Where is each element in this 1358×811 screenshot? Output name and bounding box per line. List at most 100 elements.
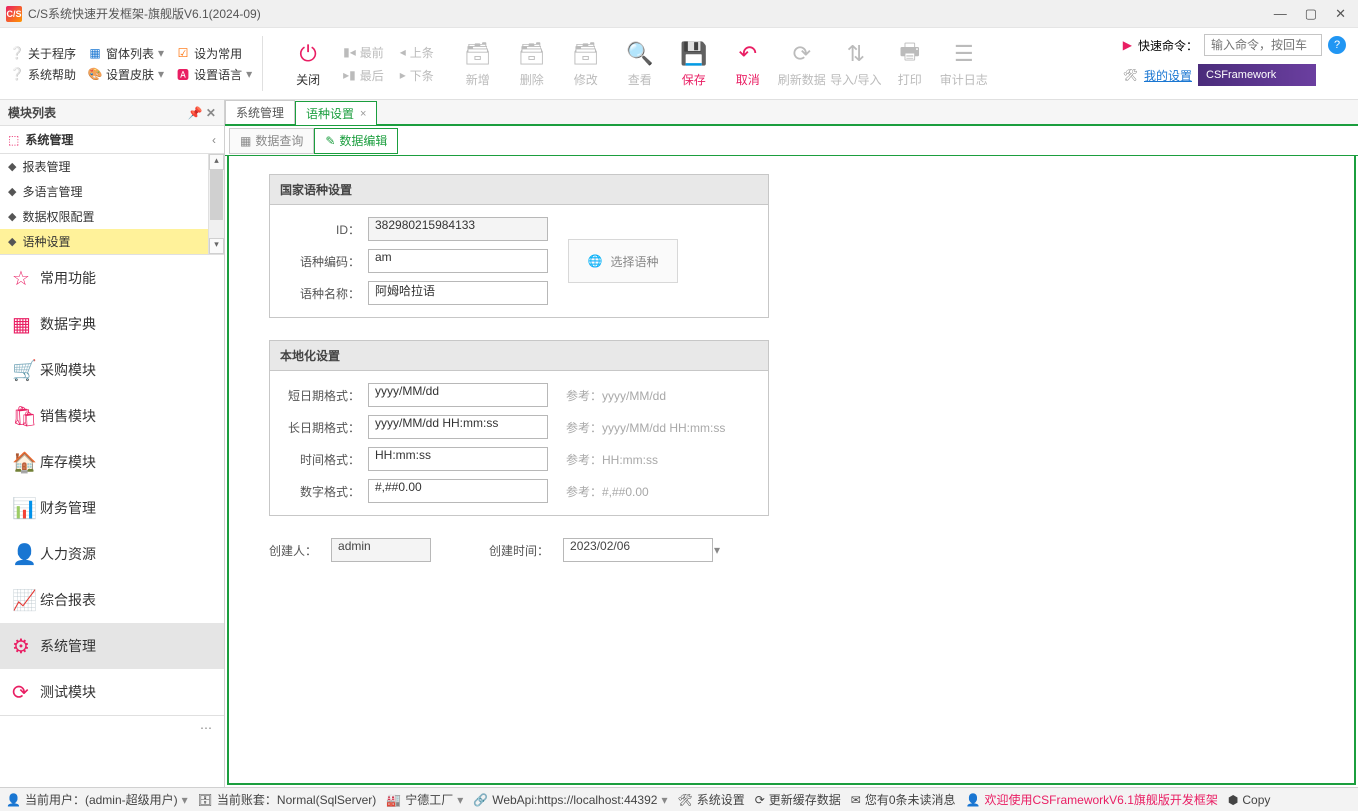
delete-button[interactable]: 🗃删除 bbox=[505, 32, 559, 96]
nav-item-hr[interactable]: 👤人力资源 bbox=[0, 531, 224, 577]
quick-cmd-input[interactable] bbox=[1204, 34, 1322, 56]
id-label: ID： bbox=[284, 221, 368, 238]
tree-area: ◆报表管理 ◆多语言管理 ◆数据权限配置 ◆语种设置 ▴▾ bbox=[0, 154, 224, 255]
last-record-button[interactable]: ▸▮最后 bbox=[343, 67, 384, 84]
panel-locale-settings: 本地化设置 短日期格式：yyyy/MM/dd参考：yyyy/MM/dd 长日期格… bbox=[269, 340, 769, 516]
chevron-left-icon: ‹ bbox=[212, 133, 216, 147]
nav-item-stock[interactable]: 🏠库存模块 bbox=[0, 439, 224, 485]
long-date-input[interactable]: yyyy/MM/dd HH:mm:ss bbox=[368, 415, 548, 439]
set-common-button[interactable]: ☑设为常用 bbox=[176, 45, 242, 62]
nav-item-sales[interactable]: 🛍销售模块 bbox=[0, 393, 224, 439]
panel-header: 国家语种设置 bbox=[270, 175, 768, 205]
tree-item[interactable]: ◆语种设置 bbox=[0, 229, 208, 254]
meta-row: 创建人： admin 创建时间： 2023/02/06 ▾ bbox=[269, 538, 1314, 562]
window-list-button[interactable]: ▦窗体列表 ▾ bbox=[88, 45, 164, 62]
audit-log-button[interactable]: ☰审计日志 bbox=[937, 32, 991, 96]
content: 国家语种设置 ID：382980215984133 语种编码：am 语种名称：阿… bbox=[227, 156, 1356, 785]
quick-cmd-label: 快速命令： bbox=[1138, 37, 1198, 54]
status-factory[interactable]: 🏭宁德工厂▾ bbox=[386, 791, 463, 808]
status-user[interactable]: 👤当前用户：(admin-超级用户)▾ bbox=[6, 791, 188, 808]
code-input[interactable]: am bbox=[368, 249, 548, 273]
status-copy[interactable]: ⬢Copy bbox=[1228, 793, 1271, 807]
close-window-button[interactable]: ✕ bbox=[1335, 6, 1346, 22]
tree-item[interactable]: ◆多语言管理 bbox=[0, 179, 208, 204]
module-list-header: 模块列表 📌 ✕ bbox=[0, 100, 224, 126]
accordion-section[interactable]: ⬚ 系统管理 ‹ bbox=[0, 126, 224, 154]
refresh-button[interactable]: ⟳刷新数据 bbox=[775, 32, 829, 96]
save-button[interactable]: 💾保存 bbox=[667, 32, 721, 96]
my-settings-link[interactable]: 我的设置 bbox=[1144, 67, 1192, 84]
minimize-button[interactable]: — bbox=[1274, 6, 1287, 22]
modify-button[interactable]: 🗃修改 bbox=[559, 32, 613, 96]
close-button[interactable]: ⏻关闭 bbox=[281, 32, 335, 96]
set-lang-button[interactable]: 🅰设置语言 ▾ bbox=[176, 66, 252, 83]
panel-lang-settings: 国家语种设置 ID：382980215984133 语种编码：am 语种名称：阿… bbox=[269, 174, 769, 318]
statusbar: 👤当前用户：(admin-超级用户)▾ 🗄当前账套：Normal(SqlServ… bbox=[0, 787, 1358, 811]
pin-icon[interactable]: 📌 ✕ bbox=[188, 106, 216, 120]
about-button[interactable]: ❔关于程序 bbox=[10, 45, 76, 62]
status-account[interactable]: 🗄当前账套：Normal(SqlServer) bbox=[198, 791, 377, 808]
prev-record-button[interactable]: ◂上条 bbox=[400, 44, 434, 61]
create-time-input[interactable]: 2023/02/06 bbox=[563, 538, 713, 562]
tree-scrollbar[interactable]: ▴▾ bbox=[208, 154, 224, 254]
status-unread[interactable]: ✉您有0条未读消息 bbox=[851, 791, 956, 808]
panel-header: 本地化设置 bbox=[270, 341, 768, 371]
status-webapi[interactable]: 🔗WebApi:https://localhost:44392▾ bbox=[473, 793, 667, 807]
globe-icon: 🌐 bbox=[588, 254, 603, 268]
menubar: ❔关于程序 ▦窗体列表 ▾ ☑设为常用 ❔系统帮助 🎨设置皮肤 ▾ 🅰设置语言 … bbox=[0, 28, 1358, 100]
status-update-cache[interactable]: ⟳更新缓存数据 bbox=[755, 791, 841, 808]
sys-help-button[interactable]: ❔系统帮助 bbox=[10, 66, 76, 83]
titlebar-text: C/S系统快速开发框架-旗舰版V6.1(2024-09) bbox=[28, 5, 261, 22]
import-export-button[interactable]: ⇅导入/导入 bbox=[829, 32, 883, 96]
quick-cmd-icon: ▶ bbox=[1123, 38, 1132, 52]
window-controls: — ▢ ✕ bbox=[1274, 6, 1352, 22]
add-button[interactable]: 🗃新增 bbox=[451, 32, 505, 96]
status-sys-settings[interactable]: 🛠系统设置 bbox=[677, 791, 744, 808]
doc-tab[interactable]: 系统管理 bbox=[225, 100, 295, 124]
next-record-button[interactable]: ▸下条 bbox=[400, 67, 434, 84]
nav-list: ☆常用功能 ▦数据字典 🛒采购模块 🛍销售模块 🏠库存模块 📊财务管理 👤人力资… bbox=[0, 255, 224, 715]
nav-item-dict[interactable]: ▦数据字典 bbox=[0, 301, 224, 347]
time-input[interactable]: HH:mm:ss bbox=[368, 447, 548, 471]
nav-item-report[interactable]: 📈综合报表 bbox=[0, 577, 224, 623]
doc-tab[interactable]: 语种设置× bbox=[295, 101, 377, 125]
first-record-button[interactable]: ▮◂最前 bbox=[343, 44, 384, 61]
nav-item-test[interactable]: ⟳测试模块 bbox=[0, 669, 224, 715]
sub-tab-query[interactable]: ▦数据查询 bbox=[229, 128, 314, 154]
tree-item[interactable]: ◆报表管理 bbox=[0, 154, 208, 179]
view-button[interactable]: 🔍查看 bbox=[613, 32, 667, 96]
help-icon[interactable]: ? bbox=[1328, 36, 1346, 54]
print-button[interactable]: 🖶打印 bbox=[883, 32, 937, 96]
nav-item-finance[interactable]: 📊财务管理 bbox=[0, 485, 224, 531]
set-skin-button[interactable]: 🎨设置皮肤 ▾ bbox=[88, 66, 164, 83]
create-time-label: 创建时间： bbox=[489, 542, 549, 559]
maximize-button[interactable]: ▢ bbox=[1305, 6, 1317, 22]
app-icon: C/S bbox=[6, 6, 22, 22]
hint: 参考：yyyy/MM/dd HH:mm:ss bbox=[566, 419, 725, 436]
sub-tab-edit[interactable]: ✎数据编辑 bbox=[314, 128, 398, 154]
nav-item-purchase[interactable]: 🛒采购模块 bbox=[0, 347, 224, 393]
toolbar: ⏻关闭 ▮◂最前 ▸▮最后 ◂上条 ▸下条 🗃新增 🗃删除 🗃修改 🔍查看 💾保… bbox=[267, 28, 1115, 99]
nav-item-sysmgmt[interactable]: ⚙系统管理 bbox=[0, 623, 224, 669]
nav-item-common[interactable]: ☆常用功能 bbox=[0, 255, 224, 301]
doc-tabs: 系统管理 语种设置× bbox=[225, 100, 1358, 126]
number-input[interactable]: #,##0.00 bbox=[368, 479, 548, 503]
edit-icon: ✎ bbox=[325, 134, 335, 148]
module-list: 模块列表 📌 ✕ ⬚ 系统管理 ‹ ◆报表管理 ◆多语言管理 ◆数据权限配置 ◆… bbox=[0, 100, 225, 787]
section-icon: ⬚ bbox=[8, 133, 19, 147]
name-input[interactable]: 阿姆哈拉语 bbox=[368, 281, 548, 305]
menu-left: ❔关于程序 ▦窗体列表 ▾ ☑设为常用 ❔系统帮助 🎨设置皮肤 ▾ 🅰设置语言 … bbox=[4, 28, 258, 99]
promo-banner[interactable]: CSFramework bbox=[1198, 64, 1316, 86]
short-date-input[interactable]: yyyy/MM/dd bbox=[368, 383, 548, 407]
hint: 参考：yyyy/MM/dd bbox=[566, 387, 666, 404]
cancel-button[interactable]: ↶取消 bbox=[721, 32, 775, 96]
close-tab-icon[interactable]: × bbox=[360, 108, 366, 120]
id-input: 382980215984133 bbox=[368, 217, 548, 241]
dropdown-icon[interactable]: ▾ bbox=[709, 543, 725, 557]
tree-item[interactable]: ◆数据权限配置 bbox=[0, 204, 208, 229]
sub-tabs: ▦数据查询 ✎数据编辑 bbox=[225, 126, 1358, 156]
settings-icon: 🛠 bbox=[1123, 68, 1138, 82]
choose-lang-button[interactable]: 🌐选择语种 bbox=[568, 239, 678, 283]
main-area: 系统管理 语种设置× ▦数据查询 ✎数据编辑 国家语种设置 ID：3829802… bbox=[225, 100, 1358, 787]
nav-more[interactable]: ⋯ bbox=[0, 715, 224, 739]
